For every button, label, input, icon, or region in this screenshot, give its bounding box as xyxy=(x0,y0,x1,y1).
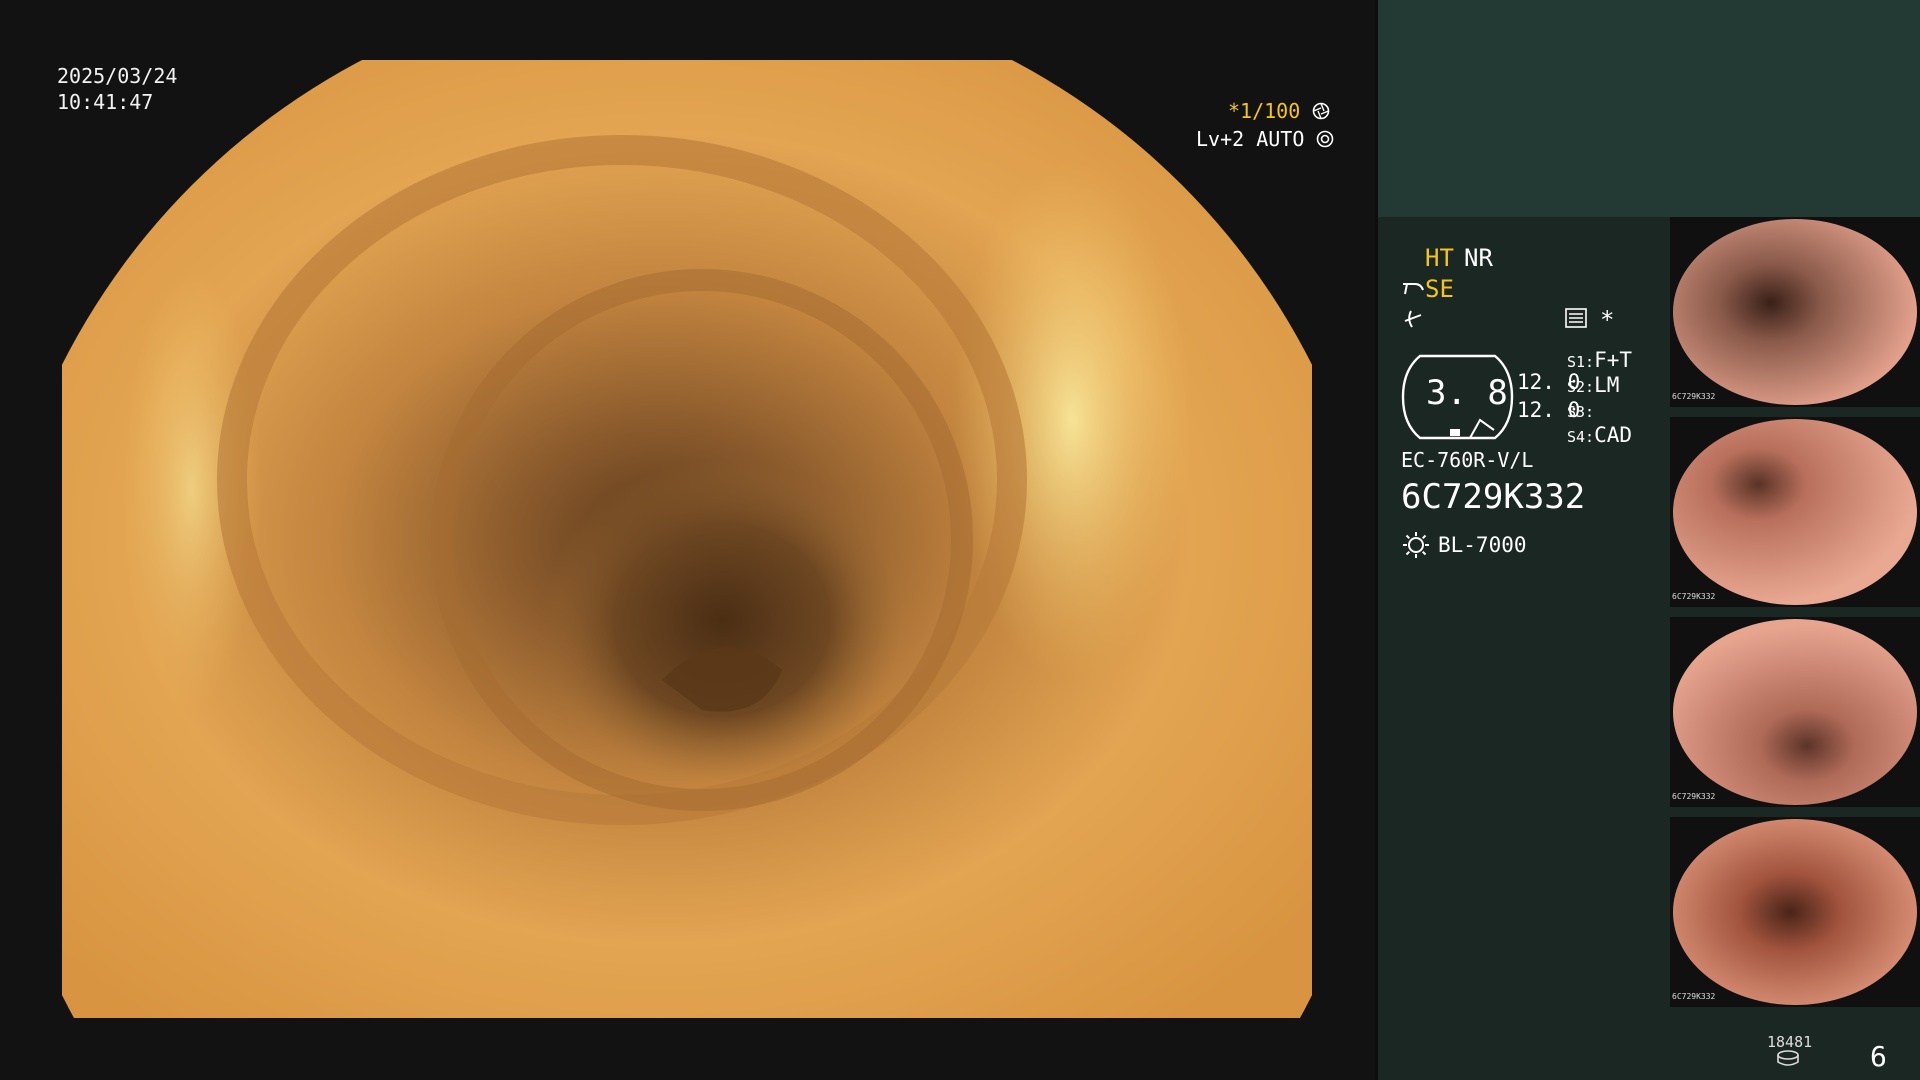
aperture-icon xyxy=(1312,99,1330,123)
thumbnail-3-label: 6C729K332 xyxy=(1672,792,1716,801)
s1-row: S1:F+T xyxy=(1567,348,1632,372)
shutter-prefix: * xyxy=(1228,99,1241,123)
endoscopic-image xyxy=(62,60,1312,1018)
ht-label: HT xyxy=(1425,244,1454,272)
nr-label: NR xyxy=(1464,244,1493,272)
settings-list-icon xyxy=(1565,308,1587,332)
scope-serial: 6C729K332 xyxy=(1401,477,1586,517)
thumbnail-1-label: 6C729K332 xyxy=(1672,392,1716,401)
light-source: BL-7000 xyxy=(1438,533,1527,557)
s2-value: LM xyxy=(1594,373,1620,397)
date-text: 2025/03/24 xyxy=(57,64,178,88)
s2-row: S2:LM xyxy=(1567,373,1619,397)
thumbnail-2[interactable]: 6C729K332 xyxy=(1670,417,1920,607)
timestamp: 2025/03/24 10:41:47 xyxy=(57,63,177,115)
zoom-value: 3. 8 xyxy=(1426,373,1508,413)
shutter-value: 1/100 xyxy=(1240,99,1301,123)
thumbnail-3[interactable]: 6C729K332 xyxy=(1670,617,1920,807)
shutter-indicator: *1/100 xyxy=(1228,99,1330,123)
disk-icon xyxy=(1776,1050,1800,1072)
s2-label: S2: xyxy=(1567,378,1595,396)
thumbnail-4-label: 6C729K332 xyxy=(1672,992,1716,1001)
star-indicator: * xyxy=(1600,306,1615,334)
thumbnail-2-label: 6C729K332 xyxy=(1672,592,1716,601)
s1-value: F+T xyxy=(1594,348,1633,372)
s3-label: S3: xyxy=(1567,403,1595,421)
s3-row: S3: xyxy=(1567,398,1594,422)
storage-count: 18481 xyxy=(1767,1033,1813,1051)
sidebar-header-area xyxy=(1375,0,1920,217)
main-endoscope-view: 2025/03/24 10:41:47 *1/100 Lv+2 AUTO xyxy=(0,0,1375,1080)
thumbnail-4[interactable]: 6C729K332 xyxy=(1670,817,1920,1007)
s4-label: S4: xyxy=(1567,428,1595,446)
image-count: 6 xyxy=(1870,1040,1887,1073)
filter-icon xyxy=(1403,307,1423,333)
s4-row: S4:CAD xyxy=(1567,423,1632,447)
scope-model: EC-760R-V/L xyxy=(1401,448,1534,472)
auto-text: AUTO xyxy=(1256,127,1305,151)
thumbnail-strip: 6C729K332 6C729K332 6C729K332 6C729K332 xyxy=(1670,217,1920,1012)
sun-icon xyxy=(1402,531,1430,563)
time-text: 10:41:47 xyxy=(57,90,154,114)
gain-text: Lv+2 xyxy=(1196,127,1245,151)
s1-label: S1: xyxy=(1567,353,1595,371)
se-label: SE xyxy=(1425,275,1454,303)
scope-tip-icon xyxy=(1401,278,1425,302)
s4-value: CAD xyxy=(1594,423,1633,447)
target-icon xyxy=(1316,127,1334,151)
panel-divider xyxy=(1375,0,1378,1080)
endoscopic-image-render xyxy=(62,60,1312,1018)
thumbnail-1[interactable]: 6C729K332 xyxy=(1670,217,1920,407)
gain-indicator: Lv+2 AUTO xyxy=(1196,127,1334,151)
